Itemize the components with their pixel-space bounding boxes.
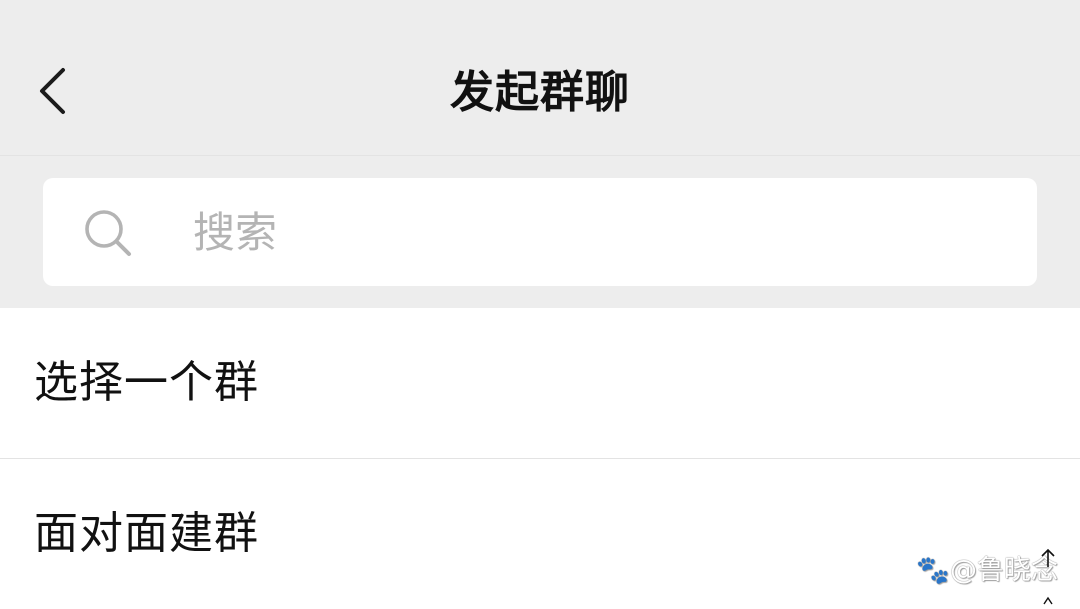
list-item-label: 面对面建群 bbox=[34, 508, 259, 559]
search-input[interactable] bbox=[193, 204, 1013, 260]
watermark: 🐾@鲁晓念 bbox=[916, 548, 1058, 587]
caret-up-icon bbox=[1043, 596, 1053, 605]
group-chat-screen: 发起群聊 选择一个群 面对面建群 🐾@鲁晓念 bbox=[0, 0, 1080, 609]
search-section bbox=[0, 156, 1080, 308]
arrow-up-icon bbox=[1041, 548, 1055, 567]
navigation-bar: 发起群聊 bbox=[0, 0, 1080, 156]
paw-icon: 🐾 bbox=[916, 555, 950, 586]
list-item-label: 选择一个群 bbox=[34, 357, 259, 408]
page-title: 发起群聊 bbox=[450, 67, 630, 118]
list-item-select-group[interactable]: 选择一个群 bbox=[0, 308, 1080, 459]
search-bar[interactable] bbox=[43, 178, 1037, 286]
search-icon bbox=[85, 210, 131, 256]
